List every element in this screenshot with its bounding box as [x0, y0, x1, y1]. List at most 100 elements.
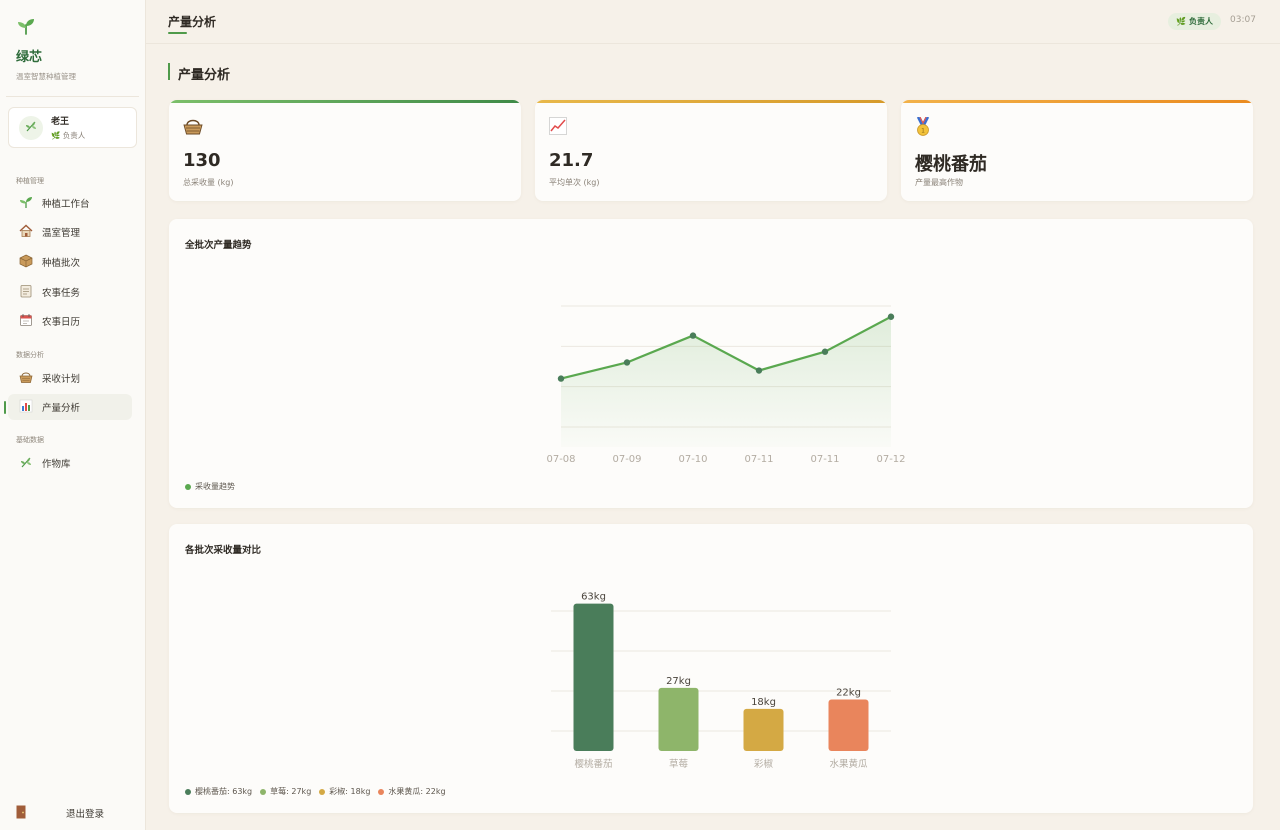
- legend-entry: 彩椒: 18kg: [319, 786, 370, 797]
- user-name: 老王: [51, 117, 70, 127]
- legend-dot: [260, 788, 267, 795]
- medal-icon: 1: [915, 116, 931, 141]
- stat-accent: [169, 100, 521, 103]
- stat-value: 樱桃番茄: [915, 154, 987, 175]
- bar-chart-panel: 各批次采收量对比 63kg 樱桃番茄 27kg 草莓 18kg 彩椒 22kg 水果黄瓜 樱桃…: [169, 524, 1253, 813]
- nav-group-label: 种植管理: [16, 177, 44, 185]
- x-tick-label: 水果黄瓜: [829, 758, 868, 770]
- sidebar-item-label: 作物库: [42, 459, 71, 470]
- logout-button[interactable]: 退出登录: [16, 805, 126, 821]
- chart-legend: 采收量趋势: [185, 481, 243, 492]
- avatar: [19, 115, 43, 140]
- sidebar-item-greenhouse[interactable]: 温室管理: [8, 219, 132, 245]
- x-tick-label: 07-12: [876, 454, 905, 465]
- legend-label: 采收量趋势: [195, 482, 235, 491]
- stat-value: 21.7: [549, 150, 594, 171]
- legend-dot: [185, 483, 191, 490]
- bar-data-label: 63kg: [581, 592, 606, 603]
- sidebar-item-batches[interactable]: 种植批次: [8, 249, 132, 275]
- legend-label: 彩椒: 18kg: [329, 787, 371, 796]
- user-role: 🌿 负责人: [51, 131, 86, 140]
- x-tick-label: 07-11: [810, 454, 839, 465]
- basket-icon: [18, 370, 34, 387]
- brand: 绿芯 温室智慧种植管理: [0, 0, 145, 82]
- herb-icon: [18, 455, 34, 472]
- sidebar-item-yield-analysis[interactable]: 产量分析: [8, 394, 132, 420]
- nav-group-label: 基础数据: [16, 436, 44, 444]
- sidebar-item-label: 农事日历: [42, 317, 81, 328]
- calendar-icon: [18, 313, 34, 330]
- data-point[interactable]: [755, 367, 763, 374]
- stat-label: 产量最高作物: [915, 178, 963, 187]
- sidebar-item-tasks[interactable]: 农事任务: [8, 279, 132, 305]
- sidebar-item-harvest-plan[interactable]: 采收计划: [8, 365, 132, 391]
- stat-card-total: 130 总采收量 (kg): [169, 100, 521, 201]
- role-badge: 🌿 负责人: [1168, 13, 1221, 30]
- data-point[interactable]: [557, 375, 565, 382]
- x-tick-label: 樱桃番茄: [574, 758, 612, 770]
- herb-icon: 🌿: [1176, 17, 1186, 26]
- stat-label: 平均单次 (kg): [549, 178, 600, 187]
- sidebar-item-label: 温室管理: [42, 228, 81, 239]
- trend-chart-panel: 全批次产量趋势 07-08 07-09 07-10 07-11 07-11 07-12 采…: [169, 219, 1253, 508]
- clock: 03:07: [1230, 15, 1256, 25]
- page-title: 产量分析: [168, 15, 217, 29]
- bar[interactable]: [828, 699, 869, 751]
- door-icon: [16, 805, 28, 822]
- active-indicator: [4, 401, 6, 414]
- title-underline: [168, 32, 187, 34]
- bar[interactable]: [573, 603, 614, 751]
- basket-icon: [183, 117, 203, 139]
- trend-chart: 07-08 07-09 07-10 07-11 07-11 07-12: [546, 305, 906, 465]
- x-tick-label: 07-11: [744, 454, 773, 465]
- data-point[interactable]: [821, 348, 829, 355]
- bar-chart-icon: [18, 399, 34, 416]
- legend-entry: 采收量趋势: [185, 481, 235, 492]
- stat-accent: [901, 100, 1253, 103]
- brand-name: 绿芯: [16, 50, 43, 65]
- series-area: [561, 316, 891, 447]
- x-tick-label: 07-09: [612, 454, 641, 465]
- data-point[interactable]: [887, 313, 895, 320]
- legend-entry: 樱桃番茄: 63kg: [185, 786, 252, 797]
- section-title-accent: [168, 63, 170, 80]
- legend-label: 樱桃番茄: 63kg: [195, 787, 253, 796]
- legend-dot: [319, 788, 326, 795]
- bar-data-label: 27kg: [666, 676, 691, 687]
- data-point[interactable]: [623, 359, 631, 366]
- package-icon: [18, 254, 34, 271]
- user-card[interactable]: 老王 🌿 负责人: [8, 107, 137, 148]
- sidebar-item-label: 农事任务: [42, 288, 81, 299]
- nav-group-label: 数据分析: [16, 351, 44, 359]
- sidebar-item-crop-library[interactable]: 作物库: [8, 450, 132, 476]
- x-tick-label: 07-10: [678, 454, 707, 465]
- top-bar: 产量分析 🌿 负责人 03:07: [146, 0, 1280, 44]
- sidebar: 绿芯 温室智慧种植管理 老王 🌿 负责人 种植管理 数据分析 基础数据 种植工作…: [0, 0, 146, 830]
- legend-label: 水果黄瓜: 22kg: [388, 787, 446, 796]
- data-point[interactable]: [689, 332, 697, 339]
- stat-label: 总采收量 (kg): [183, 178, 234, 187]
- bar[interactable]: [658, 687, 699, 751]
- legend-label: 草莓: 27kg: [270, 787, 312, 796]
- sidebar-item-label: 采收计划: [42, 374, 81, 385]
- x-tick-label: 彩椒: [754, 758, 774, 770]
- bar-data-label: 22kg: [836, 688, 861, 699]
- sidebar-item-label: 种植批次: [42, 258, 81, 269]
- bar-chart: 63kg 樱桃番茄 27kg 草莓 18kg 彩椒 22kg 水果黄瓜: [551, 592, 891, 770]
- sprout-icon: [16, 16, 129, 38]
- divider: [6, 96, 139, 97]
- logout-label: 退出登录: [66, 809, 105, 820]
- trend-up-icon: [549, 117, 567, 139]
- legend-entry: 水果黄瓜: 22kg: [378, 786, 446, 797]
- legend-entry: 草莓: 27kg: [260, 786, 311, 797]
- x-tick-label: 草莓: [669, 758, 689, 770]
- stat-card-top-crop: 1 樱桃番茄 产量最高作物: [901, 100, 1253, 201]
- stat-card-average: 21.7 平均单次 (kg): [535, 100, 887, 201]
- bar[interactable]: [743, 708, 784, 751]
- sidebar-item-label: 种植工作台: [42, 199, 90, 210]
- herb-icon: [24, 119, 38, 136]
- sidebar-item-workbench[interactable]: 种植工作台: [8, 190, 132, 216]
- svg-text:1: 1: [921, 128, 925, 135]
- legend-dot: [378, 788, 385, 795]
- sidebar-item-calendar[interactable]: 农事日历: [8, 308, 132, 334]
